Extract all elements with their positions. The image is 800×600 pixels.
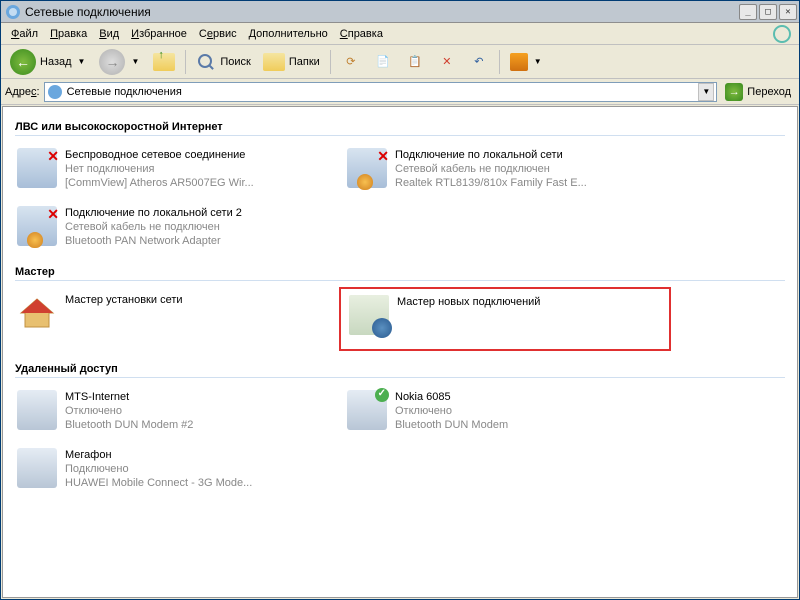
menu-favorites[interactable]: Избранное	[125, 26, 193, 42]
item-device: Bluetooth PAN Network Adapter	[65, 234, 242, 248]
menu-advanced[interactable]: Дополнительно	[243, 26, 334, 42]
menu-edit[interactable]: Правка	[44, 26, 93, 42]
sync-icon: ⟳	[341, 52, 361, 72]
copy-to-button[interactable]: 📋	[400, 49, 430, 75]
address-value: Сетевые подключения	[67, 86, 697, 98]
lan-disconnected-icon	[17, 206, 57, 246]
explorer-window: Сетевые подключения _ □ ✕ Файл Правка Ви…	[0, 0, 800, 600]
chevron-down-icon[interactable]: ▼	[532, 57, 544, 66]
item-device: Bluetooth DUN Modem	[395, 418, 508, 432]
wizard-item-new-connection[interactable]: Мастер новых подключений	[339, 287, 671, 351]
wifi-disconnected-icon	[17, 148, 57, 188]
group-header-wizard: Мастер	[15, 266, 785, 281]
group-header-remote: Удаленный доступ	[15, 363, 785, 378]
addressbar: Адрес: Сетевые подключения ▼ → Переход	[1, 79, 799, 105]
item-title: Подключение по локальной сети	[395, 148, 587, 162]
sync-button[interactable]: ⟳	[336, 49, 366, 75]
titlebar: Сетевые подключения _ □ ✕	[1, 1, 799, 23]
go-button-label: Переход	[747, 86, 791, 98]
item-status: Отключено	[65, 404, 193, 418]
menu-view[interactable]: Вид	[93, 26, 125, 42]
modem-icon	[17, 390, 57, 430]
move-icon: 📄	[373, 52, 393, 72]
up-button[interactable]: ↑	[148, 50, 180, 74]
connection-item-nokia[interactable]: Nokia 6085 Отключено Bluetooth DUN Modem	[345, 388, 665, 434]
group-header-lan: ЛВС или высокоскоростной Интернет	[15, 121, 785, 136]
connection-item-wifi[interactable]: Беспроводное сетевое соединение Нет подк…	[15, 146, 335, 192]
folders-button-label: Папки	[289, 56, 320, 68]
connection-item-lan2[interactable]: Подключение по локальной сети 2 Сетевой …	[15, 204, 335, 250]
move-to-button[interactable]: 📄	[368, 49, 398, 75]
item-title: Беспроводное сетевое соединение	[65, 148, 254, 162]
modem-icon	[17, 448, 57, 488]
maximize-button[interactable]: □	[759, 4, 777, 20]
connection-item-lan1[interactable]: Подключение по локальной сети Сетевой ка…	[345, 146, 665, 192]
copy-icon: 📋	[405, 52, 425, 72]
menu-tools[interactable]: Сервис	[193, 26, 243, 42]
address-label: Адрес:	[5, 86, 40, 98]
item-status: Отключено	[395, 404, 508, 418]
item-title: Nokia 6085	[395, 390, 508, 404]
item-title: Подключение по локальной сети 2	[65, 206, 242, 220]
app-logo-icon	[773, 25, 791, 43]
go-arrow-icon: →	[725, 83, 743, 101]
item-status: Нет подключения	[65, 162, 254, 176]
item-device: [CommView] Atheros AR5007EG Wir...	[65, 176, 254, 190]
search-button-label: Поиск	[220, 56, 250, 68]
undo-icon: ↶	[469, 52, 489, 72]
forward-arrow-icon: →	[99, 49, 125, 75]
views-icon	[510, 53, 528, 71]
item-title: Мастер новых подключений	[397, 295, 540, 309]
address-dropdown-button[interactable]: ▼	[698, 83, 714, 101]
menubar: Файл Правка Вид Избранное Сервис Дополни…	[1, 23, 799, 45]
toolbar: ← Назад ▼ → ▼ ↑ Поиск Папки ⟳ 📄 📋 ✕ ↶ ▼	[1, 45, 799, 79]
wizard-item-network-setup[interactable]: Мастер установки сети	[15, 291, 335, 347]
item-device: HUAWEI Mobile Connect - 3G Mode...	[65, 476, 252, 490]
item-status: Сетевой кабель не подключен	[395, 162, 587, 176]
back-button-label: Назад	[40, 56, 72, 68]
back-arrow-icon: ←	[10, 49, 36, 75]
item-status: Подключено	[65, 462, 252, 476]
network-connections-icon	[47, 84, 63, 100]
item-status: Сетевой кабель не подключен	[65, 220, 242, 234]
folders-icon	[263, 53, 285, 71]
item-title: Мастер установки сети	[65, 293, 183, 307]
folders-button[interactable]: Папки	[258, 50, 325, 74]
address-input[interactable]: Сетевые подключения ▼	[44, 82, 718, 102]
chevron-down-icon[interactable]: ▼	[129, 57, 141, 66]
menu-help[interactable]: Справка	[334, 26, 389, 42]
minimize-button[interactable]: _	[739, 4, 757, 20]
search-icon	[196, 52, 216, 72]
lan-disconnected-icon	[347, 148, 387, 188]
undo-button[interactable]: ↶	[464, 49, 494, 75]
views-button[interactable]: ▼	[505, 50, 549, 74]
back-button[interactable]: ← Назад ▼	[5, 46, 92, 78]
forward-button[interactable]: → ▼	[94, 46, 146, 78]
search-button[interactable]: Поиск	[191, 49, 255, 75]
item-device: Realtek RTL8139/810x Family Fast E...	[395, 176, 587, 190]
delete-icon: ✕	[437, 52, 457, 72]
go-button[interactable]: → Переход	[721, 81, 795, 103]
modem-ok-icon	[347, 390, 387, 430]
item-device: Bluetooth DUN Modem #2	[65, 418, 193, 432]
home-icon	[17, 293, 57, 333]
folder-up-icon: ↑	[153, 53, 175, 71]
connection-item-megafon[interactable]: Мегафон Подключено HUAWEI Mobile Connect…	[15, 446, 335, 492]
item-title: Мегафон	[65, 448, 252, 462]
close-button[interactable]: ✕	[779, 4, 797, 20]
content-pane: ЛВС или высокоскоростной Интернет Беспро…	[2, 106, 798, 598]
menu-file[interactable]: Файл	[5, 26, 44, 42]
network-connections-icon	[5, 4, 21, 20]
window-title: Сетевые подключения	[25, 5, 151, 19]
chevron-down-icon[interactable]: ▼	[76, 57, 88, 66]
item-title: MTS-Internet	[65, 390, 193, 404]
connection-item-mts[interactable]: MTS-Internet Отключено Bluetooth DUN Mod…	[15, 388, 335, 434]
delete-button[interactable]: ✕	[432, 49, 462, 75]
new-connection-wizard-icon	[349, 295, 389, 335]
